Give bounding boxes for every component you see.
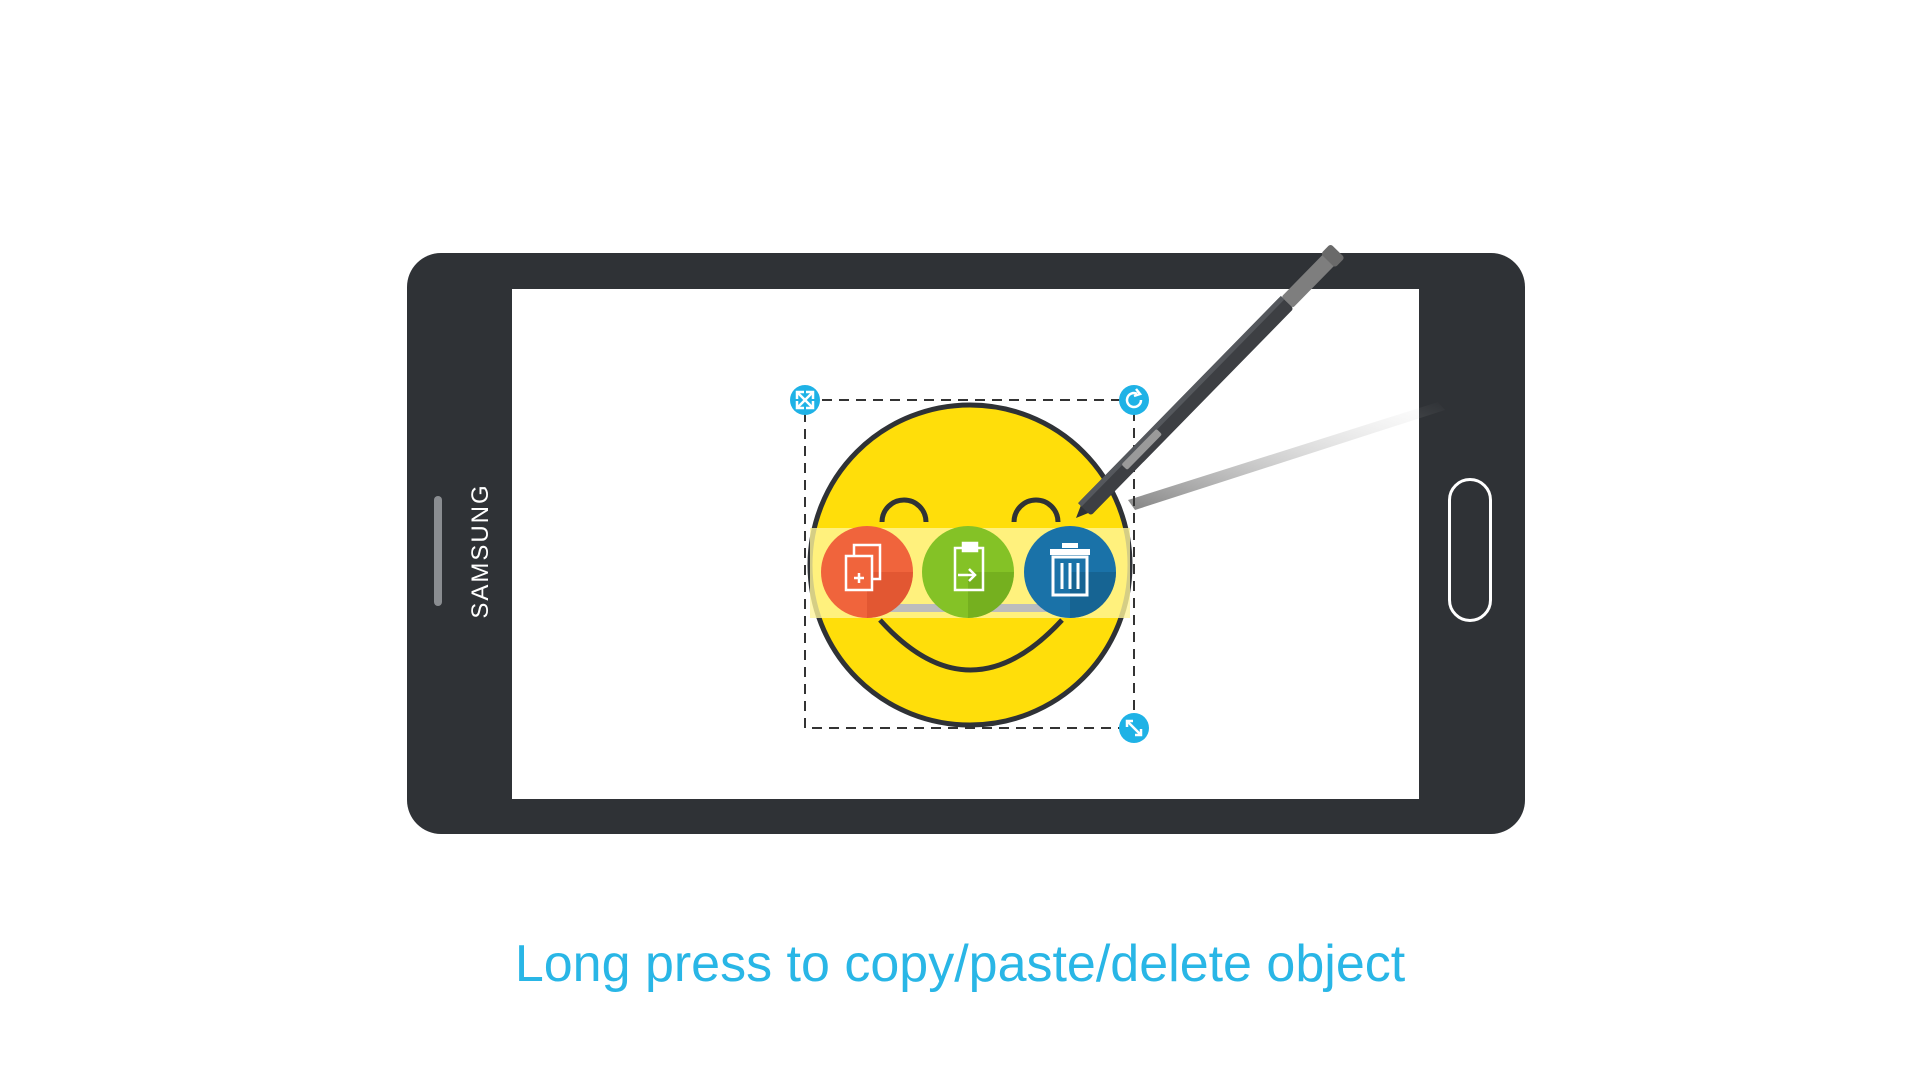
delete-button[interactable] — [1024, 526, 1116, 618]
canvas-scene — [790, 245, 1445, 743]
resize-handle[interactable] — [1119, 713, 1149, 743]
rotate-handle[interactable] — [1119, 385, 1149, 415]
expand-handle[interactable] — [790, 385, 820, 415]
copy-button[interactable] — [821, 526, 913, 618]
caption-text: Long press to copy/paste/delete object — [514, 935, 1406, 993]
paste-button[interactable] — [922, 526, 1014, 618]
